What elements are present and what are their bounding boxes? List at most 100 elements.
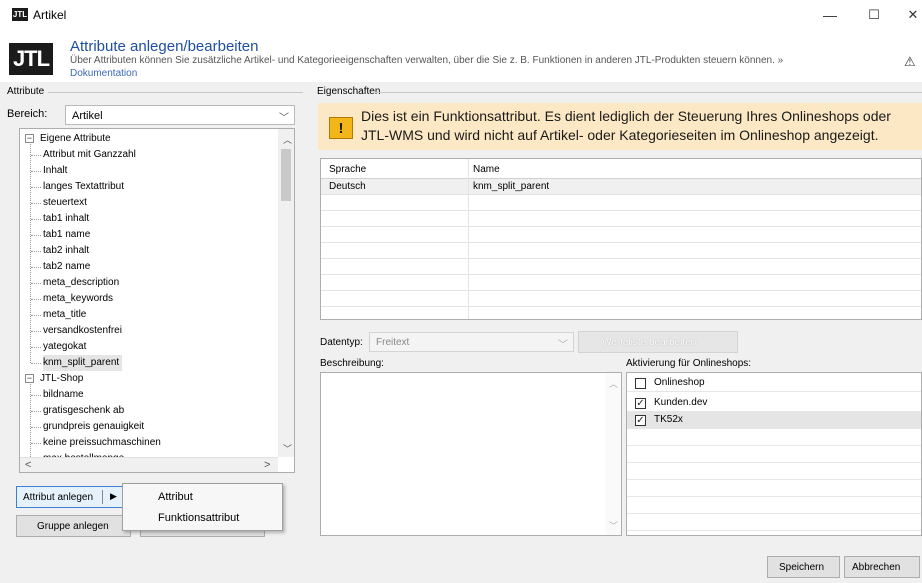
empty-row [627,463,921,480]
scroll-right-icon[interactable]: > [264,459,270,471]
tree-item[interactable]: grundpreis genauigkeit [43,419,147,435]
chevron-down-icon: ﹀ [558,340,568,351]
tree-item[interactable]: knm_split_parent [43,355,123,371]
empty-row [627,514,921,531]
cell-name: knm_split_parent [473,181,550,192]
menu-item-attribut[interactable]: Attribut [123,486,282,508]
datentyp-label: Datentyp: [320,337,363,348]
tree-connector [31,411,41,412]
exclamation-icon: ! [329,117,353,139]
tree-connector [31,427,41,428]
checkbox-tk52x[interactable]: ✓ [635,415,646,426]
tree-item[interactable]: Inhalt [43,163,70,179]
tree-item[interactable]: meta_keywords [43,291,116,307]
save-label: Speichern [779,562,825,573]
tree-horizontal-scrollbar[interactable]: < > [20,457,278,472]
app-logo-icon: JTL [12,8,28,21]
bereich-select[interactable]: Artikel ﹀ [65,105,295,125]
scroll-up-icon[interactable]: ︿ [609,377,618,390]
tree-connector [31,347,41,348]
column-divider [468,159,469,319]
chevron-down-icon: ﹀ [279,113,289,124]
scroll-down-icon[interactable]: ﹀ [283,442,292,455]
window-title: Artikel [33,8,67,22]
tree-item[interactable]: bildname [43,387,87,403]
title-bar: JTL Artikel — ☐ ✕ [0,0,922,30]
onlineshop-list[interactable]: Onlineshop ✓ Kunden.dev ✓ TK52x [626,372,922,536]
dropdown-arrow-icon[interactable]: ▶ [110,491,117,502]
tree-item[interactable]: langes Textattribut [43,179,127,195]
table-row[interactable]: Deutsch knm_split_parent [321,179,921,195]
tree-item[interactable]: yategokat [43,339,89,355]
werteliste-bearbeiten-button[interactable]: Werteliste bearbeiten [578,331,738,353]
tree-connector [31,251,41,252]
jtl-logo: JTL [9,43,53,75]
column-header-name[interactable]: Name [473,164,500,175]
tree-item[interactable]: meta_title [43,307,89,323]
tree-item[interactable]: meta_description [43,275,122,291]
list-item-onlineshop[interactable]: Onlineshop [627,375,921,392]
list-item-kunden-dev[interactable]: ✓ Kunden.dev [627,395,921,412]
bereich-label: Bereich: [7,108,48,120]
scroll-left-icon[interactable]: < [25,459,31,471]
empty-row [321,211,921,227]
empty-row [321,227,921,243]
tree-connector [31,219,41,220]
gruppe-anlegen-button[interactable]: Gruppe anlegen [16,515,131,537]
tree-item[interactable]: tab2 name [43,259,93,275]
checkbox-onlineshop[interactable] [635,378,646,389]
tree-connector [31,283,41,284]
notice-text: Dies ist ein Funktionsattribut. Es dient… [361,108,891,143]
maximize-button[interactable]: ☐ [859,4,889,26]
empty-row [321,243,921,259]
column-header-sprache[interactable]: Sprache [329,164,366,175]
close-button[interactable]: ✕ [898,4,922,26]
tree-collapse-icon[interactable]: − [25,374,34,383]
shop-label: Kunden.dev [654,397,708,408]
list-item-tk52x[interactable]: ✓ TK52x [627,412,921,429]
tree-item[interactable]: gratisgeschenk ab [43,403,127,419]
tree-item[interactable]: versandkostenfrei [43,323,125,339]
datentyp-select[interactable]: Freitext ﹀ [369,332,574,352]
aktivierung-label: Aktivierung für Onlineshops: [626,358,752,369]
tree-item[interactable]: Attribut mit Ganzzahl [43,147,139,163]
beschreibung-label: Beschreibung: [320,358,384,369]
empty-row [627,446,921,463]
attribut-anlegen-menu: Attribut Funktionsattribut [122,483,283,531]
tree-vertical-scrollbar[interactable]: ︿ ﹀ [278,129,294,457]
checkbox-kunden-dev[interactable]: ✓ [635,398,646,409]
cancel-button[interactable]: Abbrechen [844,556,920,578]
tree-connector [31,235,41,236]
tree-group[interactable]: Eigene Attribute [40,131,111,147]
group-divider [373,92,922,93]
empty-row [321,195,921,211]
tree-connector [31,155,41,156]
scrollbar-thumb[interactable] [281,149,291,201]
group-divider [48,92,303,93]
textarea-scrollbar[interactable]: ︿ ﹀ [605,373,621,535]
footer-bar: Speichern Abbrechen [0,548,922,583]
documentation-link[interactable]: Dokumentation [70,68,137,80]
tree-item[interactable]: tab1 name [43,227,93,243]
names-grid[interactable]: Sprache Name Deutsch knm_split_parent [320,158,922,320]
minimize-button[interactable]: — [815,4,845,26]
attribut-anlegen-button[interactable]: Attribut anlegen ▶ [16,486,131,508]
save-button[interactable]: Speichern [767,556,840,578]
page-title: Attribute anlegen/bearbeiten [70,38,259,55]
scroll-up-icon[interactable]: ︿ [283,133,292,146]
beschreibung-textarea[interactable]: ︿ ﹀ [320,372,622,536]
tree-item[interactable]: tab1 inhalt [43,211,92,227]
tree-group[interactable]: JTL-Shop [40,371,83,387]
tree-item[interactable]: tab2 inhalt [43,243,92,259]
grid-header: Sprache Name [321,159,921,179]
menu-item-funktionsattribut[interactable]: Funktionsattribut [123,507,282,529]
tree-item[interactable]: steuertext [43,195,90,211]
tree-item[interactable]: keine preissuchmaschinen [43,435,164,451]
scroll-down-icon[interactable]: ﹀ [609,519,618,532]
tree-collapse-icon[interactable]: − [25,134,34,143]
tree-connector [31,267,41,268]
shop-label: Onlineshop [654,377,705,388]
attribute-tree[interactable]: − Eigene Attribute Attribut mit Ganzzahl In… [19,128,295,473]
empty-row [321,291,921,307]
gruppe-anlegen-label: Gruppe anlegen [37,521,109,532]
